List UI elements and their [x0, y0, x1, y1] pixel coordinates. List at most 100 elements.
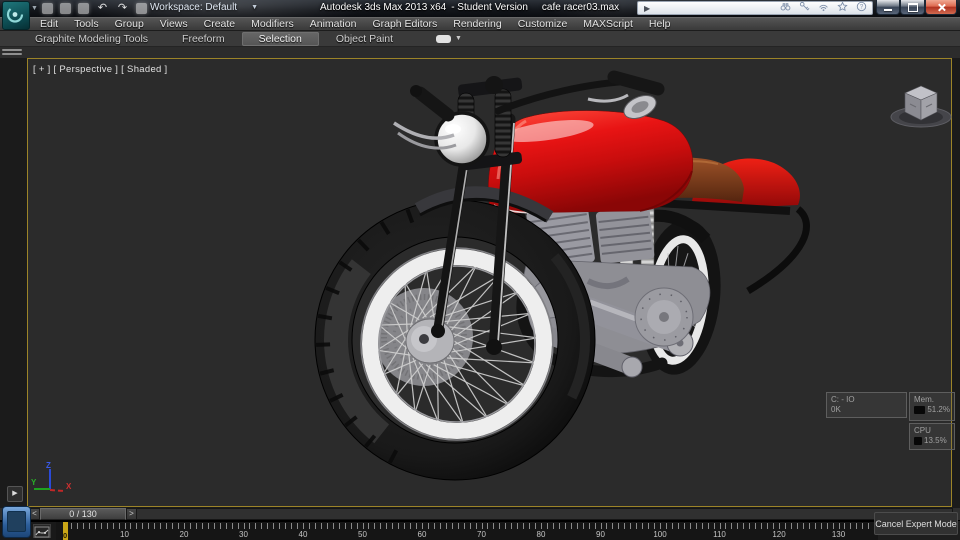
frame-tick — [558, 523, 560, 529]
panel-expand-button[interactable]: ▶ — [7, 486, 23, 502]
ribbon-tabs: Graphite Modeling Tools Freeform Selection… — [18, 31, 410, 46]
current-frame-marker[interactable]: 0 — [63, 522, 68, 540]
ribbon-minimize-icon — [436, 34, 452, 43]
save-file-icon[interactable] — [78, 3, 89, 14]
frame-tick — [594, 523, 596, 529]
motorcycle-model[interactable] — [272, 70, 810, 506]
minimize-button[interactable] — [876, 0, 900, 15]
menu-item-create[interactable]: Create — [196, 18, 244, 30]
frame-tick — [683, 523, 685, 529]
new-scene-icon[interactable] — [42, 3, 53, 14]
track-bar-ruler[interactable]: 0 10 20 30 40 50 60 70 80 90 100 110 120 130 — [56, 522, 878, 540]
mini-curve-editor-button[interactable] — [33, 524, 51, 538]
frame-tick — [374, 523, 376, 529]
menu-item-maxscript[interactable]: MAXScript — [575, 18, 641, 30]
sign-in-key-icon[interactable] — [799, 0, 810, 17]
bottom-bar: < 0 / 130 > 0 10 20 30 40 50 60 70 80 90 100 110 12… — [0, 506, 960, 540]
cpu-stat-box: CPU 13.5% — [909, 423, 955, 450]
ribbon-tab-object-paint[interactable]: Object Paint — [319, 32, 410, 46]
frame-tick — [689, 523, 691, 529]
application-menu-button[interactable] — [2, 1, 30, 30]
frame-tick — [576, 523, 578, 529]
cancel-expert-mode-button[interactable]: Cancel Expert Mode — [874, 512, 958, 535]
memory-label: Mem. — [914, 395, 934, 404]
menu-item-customize[interactable]: Customize — [510, 18, 576, 30]
menu-item-views[interactable]: Views — [152, 18, 196, 30]
communication-center-icon[interactable] — [818, 0, 829, 17]
menu-item-graph-editors[interactable]: Graph Editors — [364, 18, 445, 30]
subframe-loop[interactable] — [746, 206, 810, 295]
viewcube[interactable] — [886, 75, 956, 133]
title-bar: ↶ ↷ Workspace: Default ▼ Autodesk 3ds Max… — [0, 0, 960, 26]
search-binoculars-icon[interactable] — [780, 0, 791, 17]
infocenter-search-field[interactable]: ▶ ? — [637, 1, 873, 15]
frame-label-70: 70 — [477, 530, 486, 539]
frame-tick — [172, 523, 174, 529]
close-button[interactable] — [925, 0, 957, 15]
frame-tick — [207, 523, 209, 529]
memory-value: 51.2% — [927, 405, 950, 414]
frame-tick — [445, 523, 447, 529]
toolbar-grip[interactable] — [2, 49, 22, 51]
favorites-star-icon[interactable] — [837, 0, 848, 17]
viewport-canvas[interactable] — [28, 59, 951, 506]
frame-tick — [737, 523, 739, 529]
frame-tick — [469, 523, 471, 529]
viewport-label[interactable]: [ + ] [ Perspective ] [ Shaded ] — [33, 64, 168, 75]
frame-tick — [112, 523, 114, 529]
frame-tick — [660, 523, 661, 529]
app-menu-caret-icon[interactable]: ▼ — [31, 5, 38, 12]
maximize-button[interactable] — [900, 0, 925, 15]
menu-item-modifiers[interactable]: Modifiers — [243, 18, 302, 30]
menu-item-edit[interactable]: Edit — [32, 18, 66, 30]
edition-label: - Student Version — [451, 2, 528, 13]
next-frame-button[interactable]: > — [126, 508, 137, 520]
open-file-icon[interactable] — [60, 3, 71, 14]
workspace-selector[interactable]: Workspace: Default ▼ — [150, 2, 258, 13]
frame-tick — [743, 523, 745, 529]
frame-tick — [285, 523, 287, 529]
frame-tick — [648, 523, 650, 529]
infocenter-expand-arrow-icon[interactable]: ▶ — [644, 4, 650, 14]
ribbon-tab-selection[interactable]: Selection — [241, 31, 319, 46]
menu-item-tools[interactable]: Tools — [66, 18, 107, 30]
ribbon-tab-freeform[interactable]: Freeform — [165, 32, 242, 46]
frame-tick — [249, 523, 251, 529]
io-stat-box: C: - IO 0K — [826, 392, 907, 418]
frame-tick — [118, 523, 120, 529]
ribbon-tab-graphite-modeling-tools[interactable]: Graphite Modeling Tools — [18, 32, 165, 46]
cpu-label: CPU — [914, 426, 931, 435]
z-axis-label: Z — [46, 461, 51, 470]
frame-tick — [493, 523, 495, 529]
cpu-bar — [914, 437, 922, 445]
window-title: Autodesk 3ds Max 2013 x64 - Student Vers… — [320, 2, 619, 13]
frame-tick — [433, 523, 435, 529]
menu-item-rendering[interactable]: Rendering — [445, 18, 509, 30]
frame-tick — [844, 523, 846, 529]
frame-tick — [850, 523, 852, 529]
redo-icon[interactable]: ↷ — [116, 3, 129, 14]
frame-tick — [636, 523, 638, 529]
frame-tick — [362, 523, 364, 529]
frame-tick — [189, 523, 191, 529]
frame-tick — [326, 523, 328, 529]
frame-label-20: 20 — [179, 530, 189, 539]
perspective-viewport[interactable]: [ + ] [ Perspective ] [ Shaded ] Z Y X C… — [27, 58, 955, 507]
chevron-down-icon[interactable]: ▼ — [251, 4, 258, 11]
project-folder-icon[interactable] — [136, 3, 147, 14]
help-icon[interactable]: ? — [856, 0, 867, 17]
menu-item-group[interactable]: Group — [107, 18, 152, 30]
toolbar-grip[interactable] — [2, 53, 22, 55]
frame-tick — [332, 523, 334, 529]
menu-item-help[interactable]: Help — [641, 18, 679, 30]
bottom-left-corner-button[interactable] — [2, 506, 31, 538]
menu-item-animation[interactable]: Animation — [302, 18, 365, 30]
time-slider-track[interactable] — [29, 508, 953, 520]
ribbon-tab-bar: Graphite Modeling Tools Freeform Selection… — [0, 31, 960, 47]
frame-tick — [142, 523, 144, 529]
time-slider-handle[interactable]: 0 / 130 — [40, 508, 126, 520]
chevron-down-icon[interactable]: ▼ — [455, 35, 462, 42]
ribbon-minimize-button[interactable]: ▼ — [436, 34, 462, 43]
x-axis-label: X — [66, 482, 72, 491]
undo-icon[interactable]: ↶ — [96, 3, 109, 14]
